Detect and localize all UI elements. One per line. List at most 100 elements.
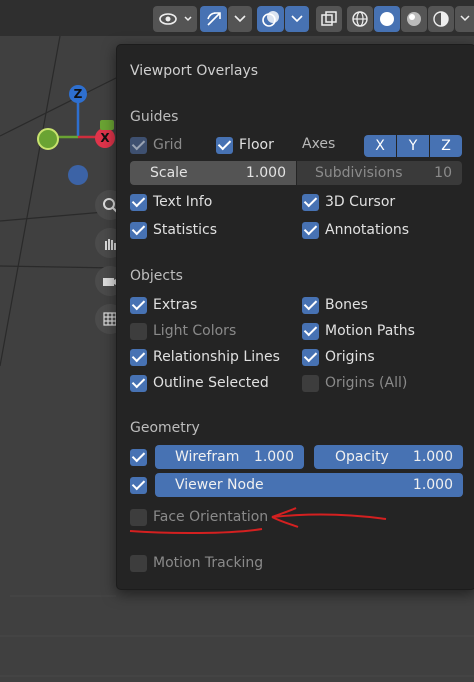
gizmo-axis-lines (58, 100, 100, 139)
overlay-icon (261, 11, 279, 27)
motion-tracking-row[interactable]: Motion Tracking (130, 552, 263, 574)
material-shading-button[interactable] (401, 6, 427, 32)
extras-checkbox[interactable] (130, 296, 147, 314)
overlay-dropdown-button[interactable] (285, 6, 309, 32)
overlay-toggle-button[interactable] (257, 6, 284, 32)
outline-selected-label: Outline Selected (153, 375, 269, 391)
text-info-label: Text Info (153, 194, 213, 210)
floor-checkbox[interactable] (216, 136, 233, 154)
gizmo-y-tip (100, 120, 114, 130)
light-colors-label: Light Colors (153, 323, 237, 339)
gizmo-z-axis[interactable]: Z (69, 85, 87, 103)
relationship-lines-checkbox[interactable] (130, 348, 147, 366)
origins-all-row[interactable]: Origins (All) (302, 372, 407, 394)
gizmo-toggle-button[interactable] (200, 6, 227, 32)
shading-dropdown-button[interactable] (455, 6, 474, 32)
chevron-down-icon (291, 15, 303, 23)
gizmo-negative-z[interactable] (68, 165, 88, 185)
scale-label: Scale (150, 165, 188, 181)
text-info-row[interactable]: Text Info (130, 191, 212, 213)
guides-heading: Guides (130, 109, 179, 125)
xray-icon (321, 11, 337, 26)
extras-row[interactable]: Extras (130, 294, 197, 316)
light-colors-row[interactable]: Light Colors (130, 320, 236, 342)
opacity-label: Opacity (335, 449, 389, 465)
grid-label: Grid (153, 137, 183, 153)
outline-selected-checkbox[interactable] (130, 374, 147, 392)
solid-shading-button[interactable] (374, 6, 400, 32)
3d-cursor-row[interactable]: 3D Cursor (302, 191, 395, 213)
grid-checkbox[interactable] (130, 136, 147, 154)
chevron-down-icon (234, 15, 246, 23)
viewer-node-checkbox[interactable] (130, 476, 147, 494)
axis-y-toggle[interactable]: Y (397, 135, 429, 157)
eye-icon (159, 13, 192, 25)
wireframe-opacity-field[interactable]: Opacity 1.000 (314, 445, 463, 469)
motion-paths-label: Motion Paths (325, 323, 415, 339)
statistics-label: Statistics (153, 222, 217, 238)
subdivisions-field[interactable]: Subdivisions 10 (297, 161, 462, 185)
opacity-value: 1.000 (412, 449, 453, 465)
gizmo-x-axis[interactable]: X (95, 128, 115, 148)
material-shading-icon (407, 12, 421, 26)
origins-all-label: Origins (All) (325, 375, 408, 391)
viewer-node-row[interactable] (130, 474, 147, 496)
3d-cursor-checkbox[interactable] (302, 193, 319, 211)
motion-tracking-label: Motion Tracking (153, 555, 264, 571)
outline-selected-row[interactable]: Outline Selected (130, 372, 269, 394)
origins-label: Origins (325, 349, 375, 365)
wireframe-row[interactable] (130, 446, 147, 468)
rendered-shading-button[interactable] (428, 6, 454, 32)
visibility-button[interactable] (153, 6, 197, 32)
floor-checkbox-row[interactable]: Floor (216, 134, 274, 156)
gizmo-dropdown-button[interactable] (228, 6, 252, 32)
light-colors-checkbox[interactable] (130, 322, 147, 340)
subdivisions-value: 10 (434, 165, 452, 181)
origins-row[interactable]: Origins (302, 346, 375, 368)
relationship-lines-row[interactable]: Relationship Lines (130, 346, 280, 368)
face-orientation-checkbox[interactable] (130, 508, 147, 526)
geometry-heading: Geometry (130, 420, 200, 436)
statistics-row[interactable]: Statistics (130, 219, 217, 241)
axis-z-toggle[interactable]: Z (430, 135, 462, 157)
origins-checkbox[interactable] (302, 348, 319, 366)
bones-row[interactable]: Bones (302, 294, 368, 316)
objects-heading: Objects (130, 268, 183, 284)
gizmo-y-axis[interactable] (37, 128, 59, 150)
motion-paths-row[interactable]: Motion Paths (302, 320, 415, 342)
annotations-label: Annotations (325, 222, 410, 238)
scale-field[interactable]: Scale 1.000 (130, 161, 296, 185)
statistics-checkbox[interactable] (130, 221, 147, 239)
origins-all-checkbox[interactable] (302, 374, 319, 392)
axis-x-toggle[interactable]: X (364, 135, 396, 157)
grid-checkbox-row[interactable]: Grid (130, 134, 182, 156)
solid-shading-icon (380, 12, 394, 26)
rendered-shading-icon (433, 11, 449, 27)
bones-label: Bones (325, 297, 368, 313)
wireframe-threshold-field[interactable]: Wirefram 1.000 (155, 445, 304, 469)
gizmo-icon (206, 12, 221, 26)
viewport-overlays-popover: Viewport Overlays Guides Grid Floor Axes… (116, 44, 474, 590)
extras-label: Extras (153, 297, 198, 313)
wireframe-label: Wirefram (175, 449, 240, 465)
motion-tracking-checkbox[interactable] (130, 554, 147, 572)
wireframe-checkbox[interactable] (130, 448, 147, 466)
chevron-down-icon (459, 15, 470, 22)
relationship-lines-label: Relationship Lines (153, 349, 280, 365)
bones-checkbox[interactable] (302, 296, 319, 314)
xray-toggle-button[interactable] (316, 6, 342, 32)
viewer-node-field[interactable]: Viewer Node 1.000 (155, 473, 463, 497)
text-info-checkbox[interactable] (130, 193, 147, 211)
face-orientation-label: Face Orientation (153, 509, 269, 525)
wireframe-shading-button[interactable] (347, 6, 373, 32)
axes-label: Axes (302, 136, 336, 152)
motion-paths-checkbox[interactable] (302, 322, 319, 340)
scale-value: 1.000 (245, 165, 286, 181)
subdivisions-label: Subdivisions (315, 165, 403, 181)
viewer-node-label: Viewer Node (175, 477, 264, 493)
annotations-checkbox[interactable] (302, 221, 319, 239)
face-orientation-row[interactable]: Face Orientation (130, 506, 268, 528)
annotations-row[interactable]: Annotations (302, 219, 409, 241)
floor-label: Floor (239, 137, 274, 153)
popover-title: Viewport Overlays (130, 63, 259, 79)
